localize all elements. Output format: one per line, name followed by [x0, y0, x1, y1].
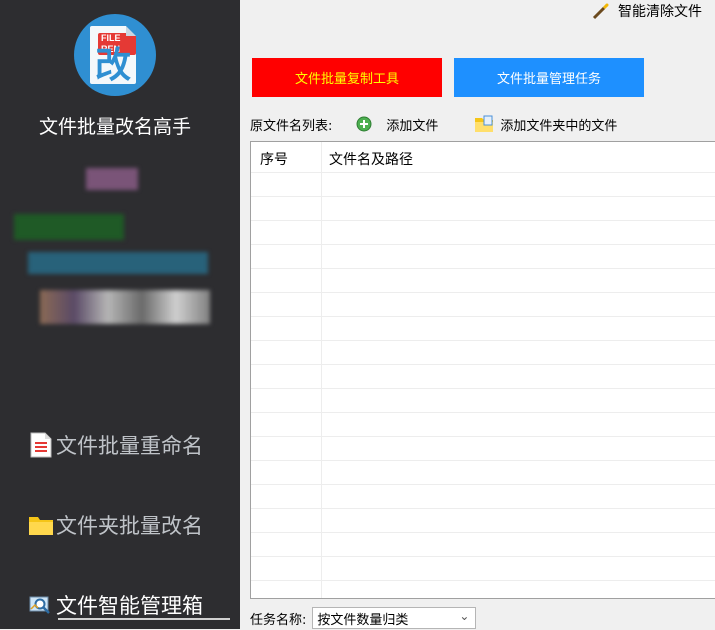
table-row	[251, 341, 715, 365]
redacted-block	[86, 168, 138, 190]
sidebar-item-label: 文件夹批量改名	[56, 514, 203, 538]
add-icon	[356, 116, 372, 132]
table-row	[251, 485, 715, 509]
column-header-index: 序号	[260, 152, 288, 168]
add-folder-files-button[interactable]: 添加文件夹中的文件	[474, 115, 617, 134]
active-item-underline	[58, 618, 230, 620]
file-list-table[interactable]: 序号 文件名及路径	[250, 141, 715, 599]
table-row	[251, 365, 715, 389]
folder-add-icon	[474, 115, 494, 133]
main-panel: 智能清除文件 文件批量复制工具 文件批量管理任务 原文件名列表: 添加文件 添加…	[240, 0, 715, 629]
document-list-icon	[28, 432, 54, 458]
redacted-block	[40, 290, 210, 324]
magic-wand-icon	[592, 2, 610, 20]
table-row	[251, 293, 715, 317]
redacted-block	[28, 252, 208, 274]
task-select[interactable]: 按文件数量归类 ⌄	[312, 607, 477, 629]
list-toolbar: 原文件名列表: 添加文件 添加文件夹中的文件	[250, 112, 617, 136]
table-row	[251, 173, 715, 197]
logo-document-icon: FILE REN 改	[90, 26, 136, 86]
task-selected-value: 按文件数量归类	[317, 612, 409, 628]
table-row	[251, 509, 715, 533]
sidebar: FILE REN 改 文件批量改名高手 文件批量重命名 文件夹批量改名 文件智能…	[0, 0, 240, 629]
task-label: 任务名称:	[250, 612, 307, 628]
table-row	[251, 533, 715, 557]
add-file-label: 添加文件	[386, 118, 439, 134]
sidebar-item-label: 文件批量重命名	[56, 434, 203, 458]
chevron-down-icon: ⌄	[459, 609, 470, 623]
smart-clear-button[interactable]: 智能清除文件	[592, 0, 702, 22]
app-title: 文件批量改名高手	[38, 116, 191, 138]
list-label: 原文件名列表:	[250, 118, 333, 134]
table-header: 序号 文件名及路径	[251, 142, 715, 173]
table-row	[251, 557, 715, 581]
redacted-block	[14, 214, 124, 240]
sidebar-item-file-rename[interactable]: 文件批量重命名	[28, 430, 203, 460]
table-row	[251, 221, 715, 245]
add-folder-files-label: 添加文件夹中的文件	[500, 118, 618, 134]
copy-tool-button[interactable]: 文件批量复制工具	[252, 58, 442, 97]
folder-icon	[28, 512, 54, 538]
table-row	[251, 245, 715, 269]
column-header-path: 文件名及路径	[329, 152, 413, 168]
add-file-button[interactable]: 添加文件	[356, 115, 438, 134]
manage-task-button[interactable]: 文件批量管理任务	[454, 58, 644, 97]
task-bar: 任务名称: 按文件数量归类 ⌄	[250, 606, 477, 630]
table-row	[251, 197, 715, 221]
sidebar-item-folder-rename[interactable]: 文件夹批量改名	[28, 510, 203, 540]
sidebar-item-smart-manager[interactable]: 文件智能管理箱	[28, 590, 203, 620]
image-search-icon	[28, 592, 54, 618]
table-row	[251, 437, 715, 461]
app-logo: FILE REN 改	[74, 14, 156, 96]
logo-character: 改	[94, 45, 131, 86]
sidebar-item-label: 文件智能管理箱	[56, 594, 203, 618]
table-row	[251, 461, 715, 485]
table-row	[251, 581, 715, 598]
table-row	[251, 269, 715, 293]
table-row	[251, 413, 715, 437]
smart-clear-label: 智能清除文件	[618, 4, 702, 20]
table-row	[251, 389, 715, 413]
table-row	[251, 317, 715, 341]
